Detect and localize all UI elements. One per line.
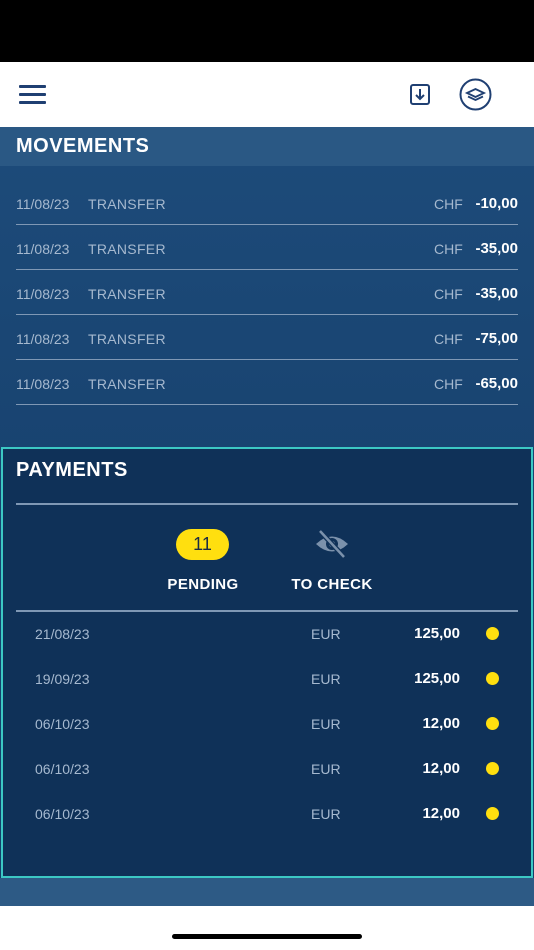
payment-date: 06/10/23 [35,806,90,822]
movement-amount: -75,00 [475,330,518,347]
payments-divider [16,503,518,505]
hamburger-menu-icon[interactable] [19,85,46,104]
movement-currency: CHF [434,331,463,347]
payment-row[interactable]: 06/10/23 EUR 12,00 [16,791,518,836]
movement-row[interactable]: 11/08/23 TRANSFER CHF -35,00 [16,225,518,270]
download-icon[interactable] [410,84,430,105]
tab-pending-label: PENDING [167,576,239,593]
payment-row[interactable]: 06/10/23 EUR 12,00 [16,701,518,746]
movement-amount: -10,00 [475,195,518,212]
payment-currency: EUR [311,716,341,732]
movement-currency: CHF [434,376,463,392]
movement-description: TRANSFER [88,241,166,257]
lifebuoy-icon[interactable] [459,78,492,111]
movement-currency: CHF [434,196,463,212]
movement-amount: -35,00 [475,285,518,302]
payment-row[interactable]: 06/10/23 EUR 12,00 [16,746,518,791]
movement-date: 11/08/23 [16,376,70,392]
payment-date: 21/08/23 [35,626,90,642]
payment-date: 19/09/23 [35,671,90,687]
payment-date: 06/10/23 [35,716,90,732]
movement-description: TRANSFER [88,376,166,392]
movement-date: 11/08/23 [16,196,70,212]
payment-currency: EUR [311,626,341,642]
pending-status-dot [486,627,499,640]
payment-amount: 12,00 [422,760,460,777]
payment-currency: EUR [311,671,341,687]
movement-description: TRANSFER [88,331,166,347]
movement-description: TRANSFER [88,196,166,212]
pending-status-dot [486,672,499,685]
eye-slash-icon [313,527,351,561]
payment-amount: 125,00 [414,625,460,642]
movement-date: 11/08/23 [16,331,70,347]
pending-status-dot [486,807,499,820]
movement-description: TRANSFER [88,286,166,302]
payment-row[interactable]: 21/08/23 EUR 125,00 [16,611,518,656]
pending-status-dot [486,762,499,775]
payment-amount: 125,00 [414,670,460,687]
pending-status-dot [486,717,499,730]
movement-date: 11/08/23 [16,241,70,257]
movement-amount: -65,00 [475,375,518,392]
movement-row[interactable]: 11/08/23 TRANSFER CHF -75,00 [16,315,518,360]
movement-currency: CHF [434,241,463,257]
home-indicator[interactable] [172,934,362,939]
payment-amount: 12,00 [422,805,460,822]
top-app-bar [0,62,534,127]
movement-row[interactable]: 11/08/23 TRANSFER CHF -10,00 [16,180,518,225]
payment-amount: 12,00 [422,715,460,732]
payment-date: 06/10/23 [35,761,90,777]
movement-date: 11/08/23 [16,286,70,302]
payments-title: PAYMENTS [16,459,128,481]
movement-amount: -35,00 [475,240,518,257]
payment-currency: EUR [311,761,341,777]
pending-count-badge: 11 [176,529,229,560]
tab-to-check-label: TO CHECK [291,576,373,593]
movement-row[interactable]: 11/08/23 TRANSFER CHF -35,00 [16,270,518,315]
payment-currency: EUR [311,806,341,822]
home-indicator-area [0,906,534,950]
status-bar [0,0,534,62]
movements-title: MOVEMENTS [16,135,150,157]
payment-row[interactable]: 19/09/23 EUR 125,00 [16,656,518,701]
footer-strip [0,878,534,906]
movement-currency: CHF [434,286,463,302]
movement-row[interactable]: 11/08/23 TRANSFER CHF -65,00 [16,360,518,405]
